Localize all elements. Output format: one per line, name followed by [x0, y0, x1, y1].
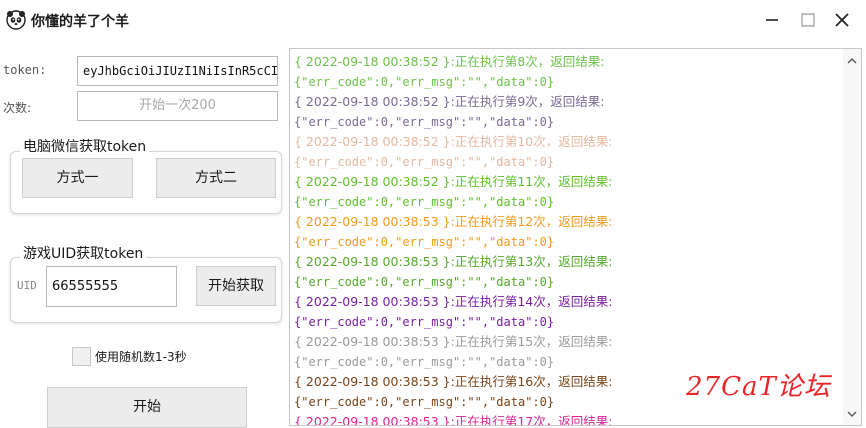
log-result: {"err_code":0,"err_msg":"","data":0}	[294, 275, 555, 289]
watermark: 27CaT论坛	[686, 372, 831, 402]
log-result: {"err_code":0,"err_msg":"","data":0}	[294, 155, 555, 169]
start-button[interactable]: 开始	[47, 387, 247, 428]
log-timestamp: { 2022-09-18 00:38:52 }	[294, 174, 451, 189]
log-message: :正在执行第8次，返回结果:	[450, 54, 605, 69]
maximize-button[interactable]	[794, 6, 822, 34]
count-input[interactable]: 开始一次200	[77, 91, 278, 121]
count-label: 次数:	[3, 101, 32, 115]
log-result: {"err_code":0,"err_msg":"","data":0}	[294, 115, 555, 129]
log-message: :正在执行第11次，返回结果:	[450, 174, 613, 189]
log-entry-header: { 2022-09-18 00:38:53 }:正在执行第12次，返回结果:	[294, 212, 839, 232]
log-result: {"err_code":0,"err_msg":"","data":0}	[294, 75, 555, 89]
log-entry-header: { 2022-09-18 00:38:52 }:正在执行第9次，返回结果:	[294, 92, 839, 112]
chevron-up-icon[interactable]	[847, 54, 857, 69]
log-timestamp: { 2022-09-18 00:38:53 }	[294, 254, 451, 269]
log-message: :正在执行第15次，返回结果:	[450, 334, 613, 349]
log-entry-header: { 2022-09-18 00:38:53 }:正在执行第13次，返回结果:	[294, 252, 839, 272]
close-button[interactable]	[828, 6, 856, 34]
log-message: :正在执行第17次，返回结果:	[450, 414, 613, 426]
log-entry-header: { 2022-09-18 00:38:52 }:正在执行第8次，返回结果:	[294, 52, 839, 72]
log-message: :正在执行第14次，返回结果:	[450, 294, 613, 309]
log-entry-header: { 2022-09-18 00:38:52 }:正在执行第10次，返回结果:	[294, 132, 839, 152]
chevron-down-icon[interactable]	[847, 407, 857, 422]
log-message: :正在执行第9次，返回结果:	[450, 94, 605, 109]
log-timestamp: { 2022-09-18 00:38:53 }	[294, 214, 451, 229]
window-title: 你懂的羊了个羊	[31, 14, 129, 30]
random-delay-checkbox[interactable]	[72, 347, 91, 366]
log-entry-header: { 2022-09-18 00:38:52 }:正在执行第11次，返回结果:	[294, 172, 839, 192]
log-message: :正在执行第10次，返回结果:	[450, 134, 613, 149]
log-message: :正在执行第12次，返回结果:	[450, 214, 613, 229]
log-entry-header: { 2022-09-18 00:38:53 }:正在执行第14次，返回结果:	[294, 292, 839, 312]
log-message: :正在执行第13次，返回结果:	[450, 254, 613, 269]
method-two-button[interactable]: 方式二	[156, 158, 276, 198]
log-entry-header: { 2022-09-18 00:38:53 }:正在执行第17次，返回结果:	[294, 412, 839, 426]
panda-icon	[6, 10, 26, 30]
log-timestamp: { 2022-09-18 00:38:52 }	[294, 94, 451, 109]
minimize-button[interactable]	[758, 6, 786, 34]
log-timestamp: { 2022-09-18 00:38:53 }	[294, 374, 451, 389]
uid-input[interactable]: 66555555	[46, 266, 177, 307]
log-result: {"err_code":0,"err_msg":"","data":0}	[294, 235, 555, 249]
log-timestamp: { 2022-09-18 00:38:52 }	[294, 54, 451, 69]
log-entry-header: { 2022-09-18 00:38:53 }:正在执行第15次，返回结果:	[294, 332, 839, 352]
log-scrollbar[interactable]	[843, 49, 861, 425]
log-message: :正在执行第16次，返回结果:	[450, 374, 613, 389]
log-result: {"err_code":0,"err_msg":"","data":0}	[294, 195, 555, 209]
log-result: {"err_code":0,"err_msg":"","data":0}	[294, 315, 555, 329]
token-input[interactable]: eyJhbGciOiJIUzI1NiIsInR5cCI6IkpXVCJ9	[77, 56, 278, 86]
uid-label: UID	[17, 279, 37, 292]
random-delay-label: 使用随机数1-3秒	[95, 350, 187, 364]
log-timestamp: { 2022-09-18 00:38:53 }	[294, 294, 451, 309]
game-uid-group-title: 游戏UID获取token	[20, 243, 147, 263]
title-bar: 你懂的羊了个羊	[0, 0, 866, 40]
pc-wechat-group-title: 电脑微信获取token	[20, 136, 150, 156]
token-label: token:	[3, 63, 47, 77]
log-timestamp: { 2022-09-18 00:38:52 }	[294, 134, 451, 149]
log-timestamp: { 2022-09-18 00:38:53 }	[294, 334, 451, 349]
method-one-button[interactable]: 方式一	[22, 158, 133, 198]
log-timestamp: { 2022-09-18 00:38:53 }	[294, 414, 451, 426]
start-fetch-button[interactable]: 开始获取	[196, 266, 276, 306]
